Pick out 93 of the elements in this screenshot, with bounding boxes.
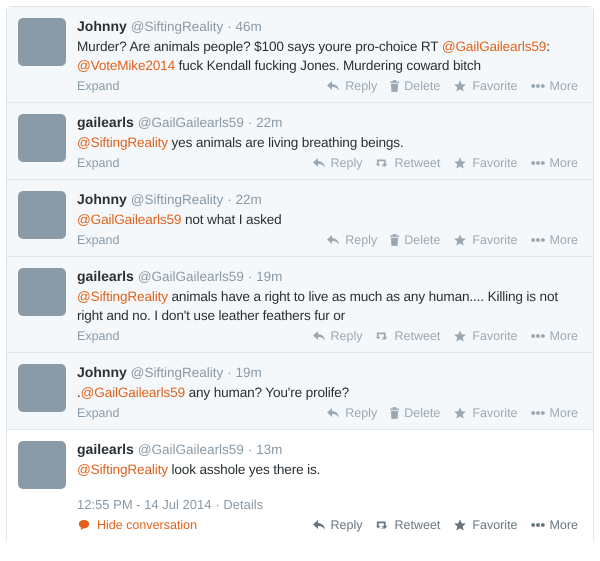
trash-icon: [390, 407, 400, 419]
user-name[interactable]: gailearls: [77, 267, 134, 285]
reply-icon: [312, 330, 326, 342]
reply-icon: [326, 407, 340, 419]
avatar-placeholder[interactable]: [18, 18, 66, 66]
favorite-action[interactable]: Favorite: [453, 156, 518, 170]
user-name[interactable]: gailearls: [77, 440, 134, 458]
tweet[interactable]: [7, 7, 593, 103]
tweet-text: .@GailGailearls59 any human? You're prolife?: [77, 384, 350, 402]
avatar-placeholder[interactable]: [18, 114, 66, 162]
favorite-action[interactable]: Favorite: [453, 518, 518, 532]
reply-icon: [312, 157, 326, 169]
user-handle[interactable]: @SiftingReality: [130, 364, 224, 382]
mention-link[interactable]: @GailGailearls59: [442, 39, 546, 54]
tweet-text: @SiftingReality yes animals are living breathing beings.: [77, 134, 405, 152]
reply-action[interactable]: Reply: [326, 233, 378, 247]
user-handle[interactable]: @SiftingReality: [130, 18, 224, 36]
speech-bubble-icon: [77, 519, 91, 531]
retweet-icon: [376, 330, 390, 342]
avatar-placeholder[interactable]: [18, 364, 66, 412]
favorite-action[interactable]: Favorite: [453, 329, 518, 343]
mention-link[interactable]: @SiftingReality: [77, 462, 168, 477]
tweet[interactable]: [7, 257, 593, 353]
favorite-action[interactable]: Favorite: [453, 406, 518, 420]
tweet-text: Murder? Are animals people? $100 says youre pro-choice RT @GailGailearls59: @VoteMike2014 fuck Kendall fucking Jones. Murdering coward bitch: [77, 38, 551, 75]
retweet-action[interactable]: Retweet: [376, 518, 440, 532]
more-action[interactable]: More: [530, 329, 578, 343]
reply-icon: [326, 80, 340, 92]
user-handle[interactable]: @GailGailearls59: [138, 268, 244, 286]
favorite-action[interactable]: Favorite: [453, 79, 518, 93]
tweet-time[interactable]: · 19m: [227, 364, 262, 382]
expand-link[interactable]: Expand: [77, 233, 120, 247]
hide-conversation-link[interactable]: Hide conversation: [77, 518, 198, 532]
tweet-time[interactable]: · 13m: [248, 441, 282, 459]
tweet[interactable]: gailearls @GailGailearls59 · 22m @SiftingReality yes animals are living breathing beings. Expand Reply Retweet Favorite More: [7, 103, 593, 180]
user-handle[interactable]: @GailGailearls59: [138, 114, 244, 132]
trash-icon: [390, 80, 400, 92]
tweet-text: @GailGailearls59 not what I asked: [77, 211, 283, 229]
tweet-text: @SiftingReality look asshole yes there is.: [77, 461, 322, 479]
user-name[interactable]: gailearls: [77, 113, 134, 131]
tweet-time[interactable]: · 22m: [248, 114, 282, 132]
star-icon: [453, 330, 468, 342]
tweet-time[interactable]: · 19m: [248, 268, 282, 286]
more-action[interactable]: More: [530, 518, 578, 532]
mention-link[interactable]: @SiftingReality: [77, 135, 168, 150]
tweet[interactable]: Johnny @SiftingReality · 19m .@GailGailearls59 any human? You're prolife? Expand Reply Delete Favorite More: [7, 353, 593, 430]
more-action[interactable]: More: [530, 233, 578, 247]
avatar-placeholder[interactable]: [18, 268, 66, 316]
reply-action[interactable]: Reply: [312, 156, 362, 170]
retweet-action[interactable]: Retweet: [376, 329, 440, 343]
avatar-placeholder[interactable]: [18, 191, 66, 239]
mention-link[interactable]: @GailGailearls59: [77, 212, 182, 227]
mention-link[interactable]: @SiftingReality: [77, 289, 168, 304]
delete-action[interactable]: Delete: [390, 406, 440, 420]
retweet-action[interactable]: Retweet: [376, 156, 440, 170]
retweet-icon: [376, 157, 390, 169]
star-icon: [453, 407, 468, 419]
star-icon: [453, 80, 468, 92]
more-action[interactable]: More: [530, 406, 578, 420]
star-icon: [453, 157, 468, 169]
trash-icon: [390, 234, 400, 246]
reply-icon: [312, 519, 326, 531]
details-link[interactable]: · Details: [215, 497, 264, 512]
tweet-timestamp[interactable]: 12:55 PM - 14 Jul 2014: [77, 497, 212, 512]
expand-link[interactable]: Expand: [77, 329, 120, 343]
reply-icon: [326, 234, 340, 246]
reply-action[interactable]: Reply: [312, 518, 362, 532]
expand-link[interactable]: Expand: [77, 406, 120, 420]
delete-action[interactable]: Delete: [390, 233, 440, 247]
star-icon: [453, 519, 468, 531]
mention-link[interactable]: @GailGailearls59: [80, 385, 185, 400]
expand-link[interactable]: Expand: [77, 79, 120, 93]
tweet-time[interactable]: · 46m: [227, 18, 262, 36]
expand-link[interactable]: Expand: [77, 156, 120, 170]
user-name[interactable]: Johnny: [77, 363, 127, 381]
user-name[interactable]: Johnny: [77, 190, 127, 208]
reply-action[interactable]: Reply: [326, 406, 378, 420]
user-handle[interactable]: @GailGailearls59: [138, 441, 244, 459]
reply-action[interactable]: Reply: [326, 79, 378, 93]
more-action[interactable]: More: [530, 156, 578, 170]
reply-action[interactable]: Reply: [312, 329, 362, 343]
tweet[interactable]: Johnny @SiftingReality · 22m @GailGailearls59 not what I asked Expand Reply Delete Favorite More: [7, 180, 593, 257]
tweet-text: @SiftingReality animals have a right to live as much as any human.... Killing is not right and no. I don't use leather feathers fur or: [77, 288, 559, 325]
favorite-action[interactable]: Favorite: [453, 233, 518, 247]
tweet-time[interactable]: · 22m: [227, 191, 262, 209]
more-action[interactable]: More: [530, 79, 578, 93]
delete-action[interactable]: Delete: [390, 79, 440, 93]
retweet-icon: [376, 519, 390, 531]
user-name[interactable]: Johnny: [77, 17, 127, 35]
mention-link[interactable]: @VoteMike2014: [77, 58, 176, 73]
star-icon: [453, 234, 468, 246]
avatar-placeholder[interactable]: [18, 441, 66, 489]
user-handle[interactable]: @SiftingReality: [130, 191, 224, 209]
